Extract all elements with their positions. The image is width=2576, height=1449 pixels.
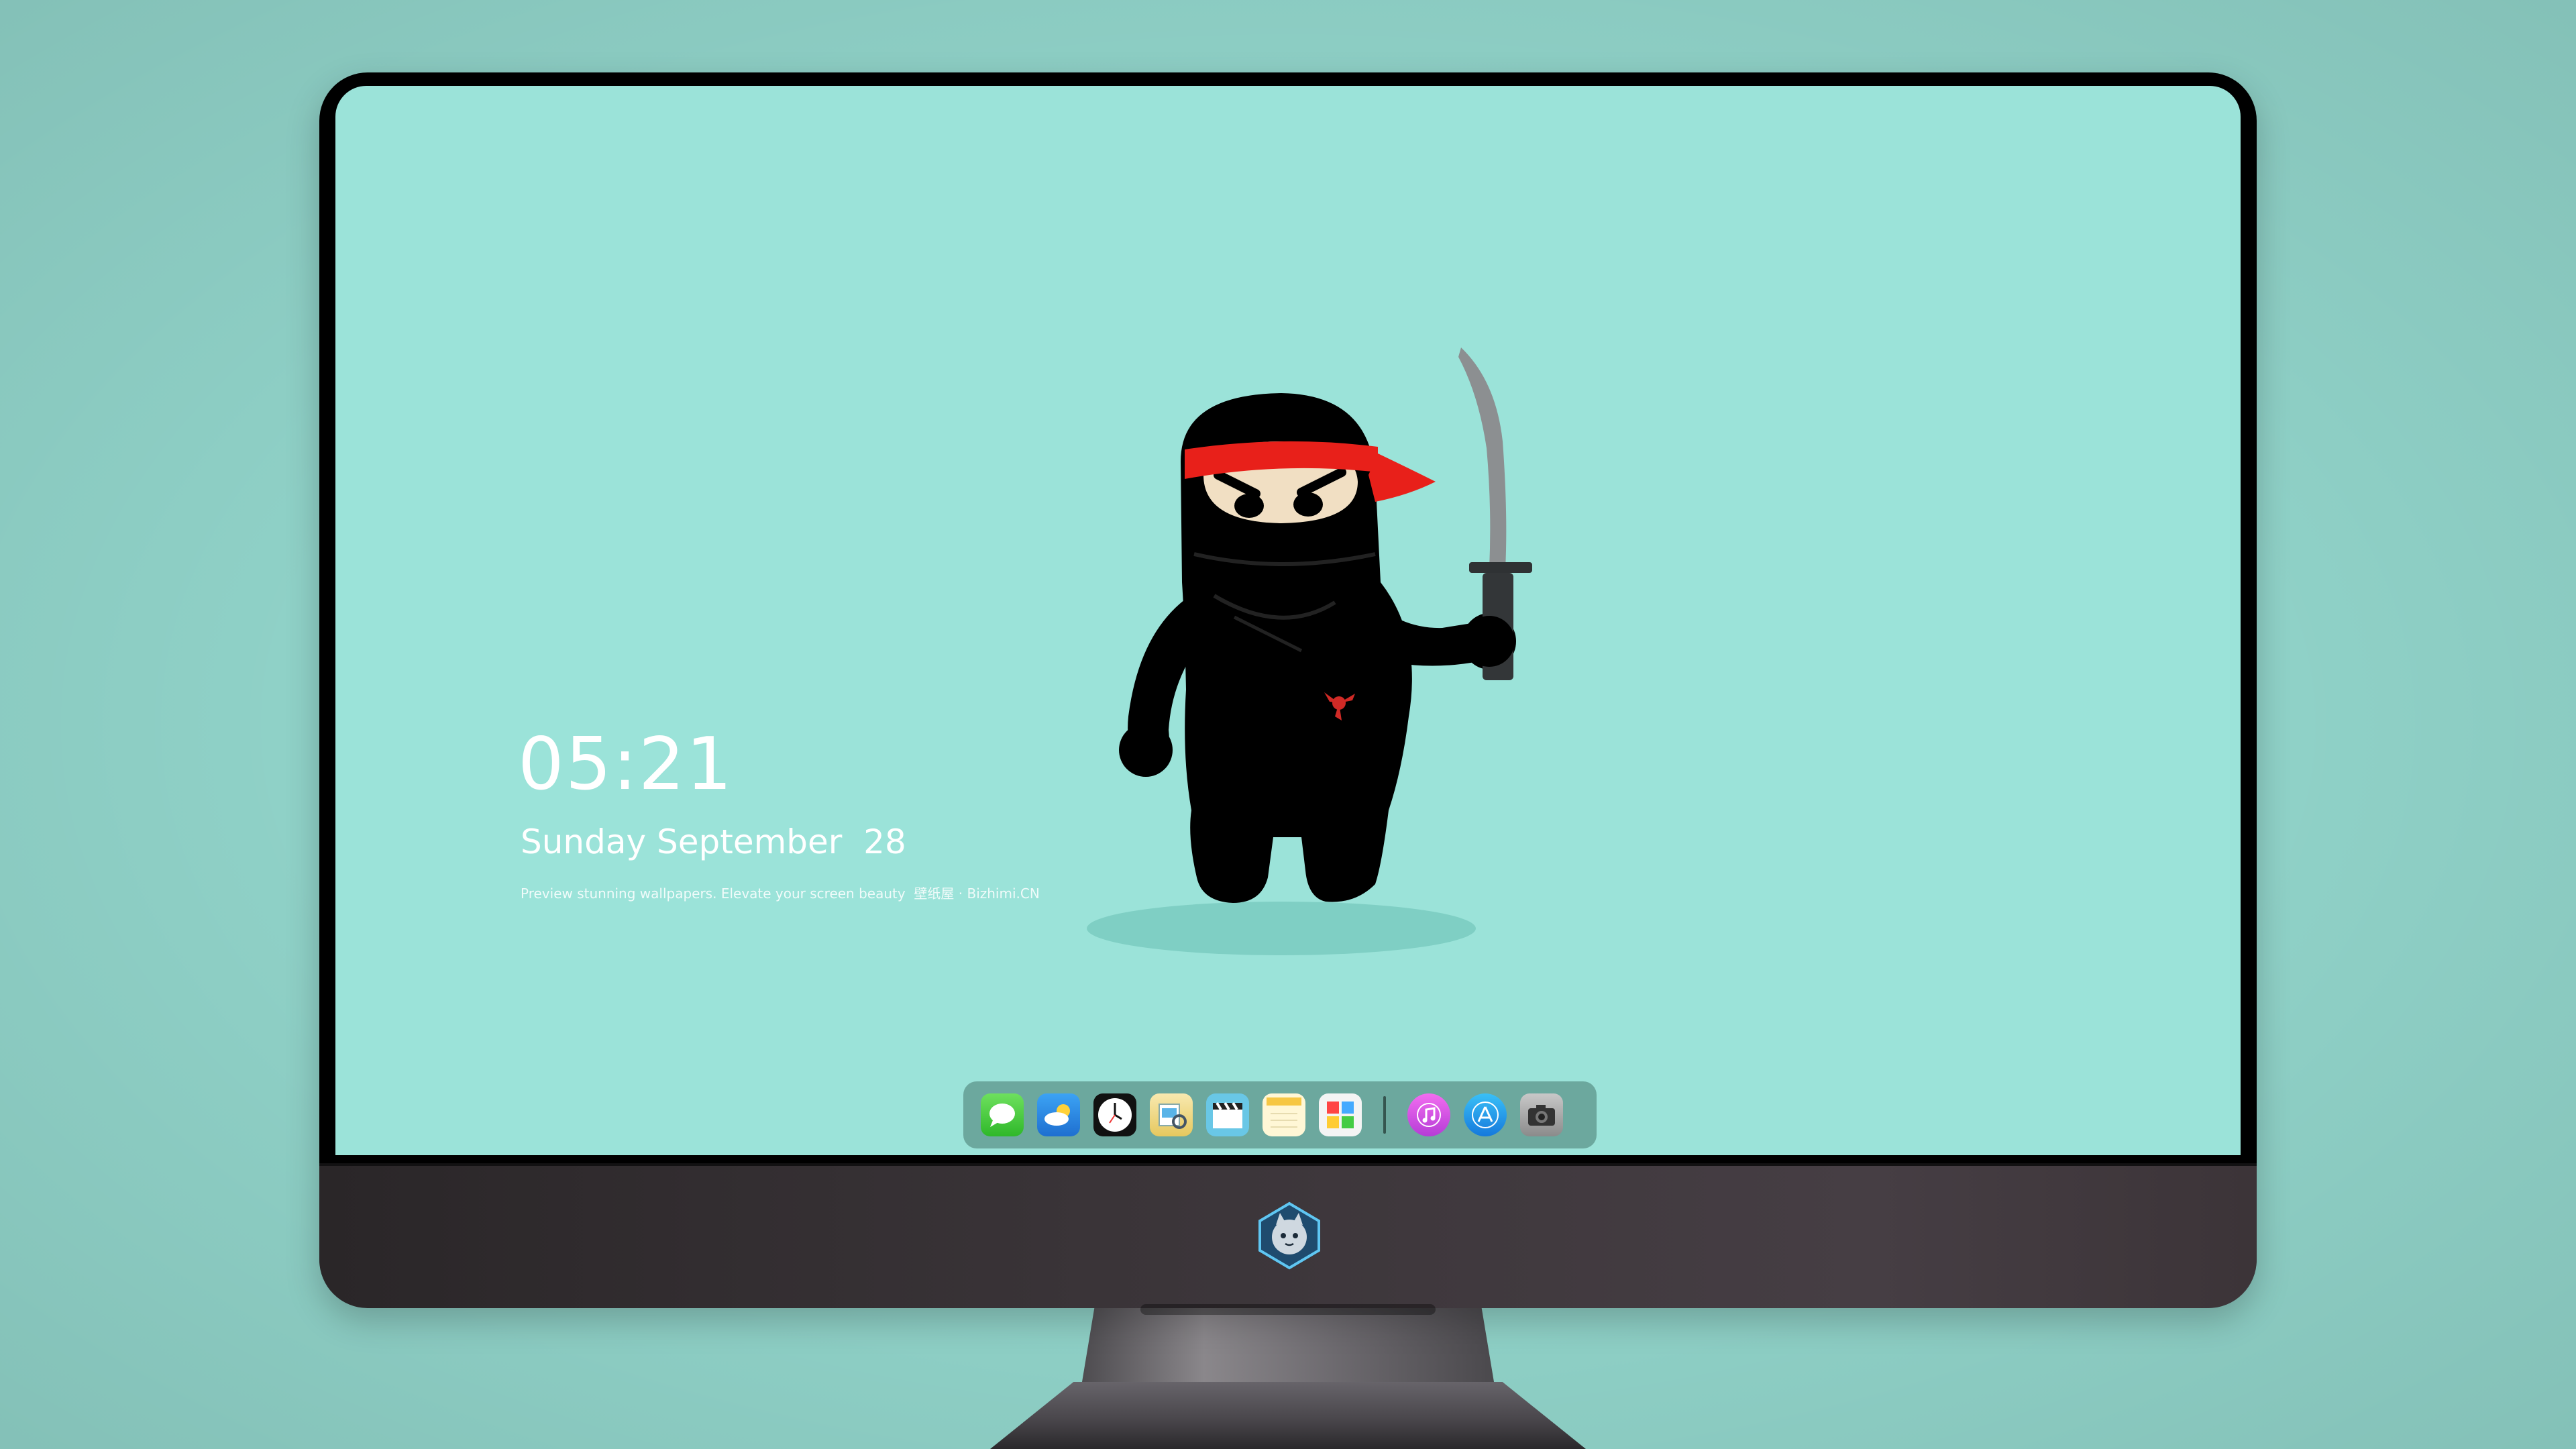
app-store-icon[interactable] xyxy=(1464,1093,1507,1136)
notes-icon[interactable] xyxy=(1263,1093,1305,1136)
dock xyxy=(963,1081,1597,1148)
dock-separator xyxy=(1383,1096,1386,1134)
ninja-wallpaper-illustration xyxy=(1060,341,1570,985)
lockscreen-time: 05:21 xyxy=(518,722,734,806)
weather-icon[interactable] xyxy=(1037,1093,1080,1136)
wallpaper-tagline: Preview stunning wallpapers. Elevate you… xyxy=(521,885,1040,902)
monitor-stand-base xyxy=(990,1382,1586,1449)
lockscreen-date: Sunday September 28 xyxy=(521,822,906,861)
messages-icon[interactable] xyxy=(981,1093,1024,1136)
desktop-screen: 05:21 Sunday September 28 Preview stunni… xyxy=(335,86,2241,1155)
camera-icon[interactable] xyxy=(1520,1093,1563,1136)
music-icon[interactable] xyxy=(1407,1093,1450,1136)
preview-icon[interactable] xyxy=(1150,1093,1193,1136)
cat-emblem-logo-icon xyxy=(1254,1201,1324,1271)
clock-icon[interactable] xyxy=(1093,1093,1136,1136)
monitor-stand-shadow xyxy=(1140,1304,1436,1315)
monitor-chin-divider xyxy=(319,1163,2257,1166)
photo-gallery-icon[interactable] xyxy=(1319,1093,1362,1136)
clapperboard-icon[interactable] xyxy=(1206,1093,1249,1136)
